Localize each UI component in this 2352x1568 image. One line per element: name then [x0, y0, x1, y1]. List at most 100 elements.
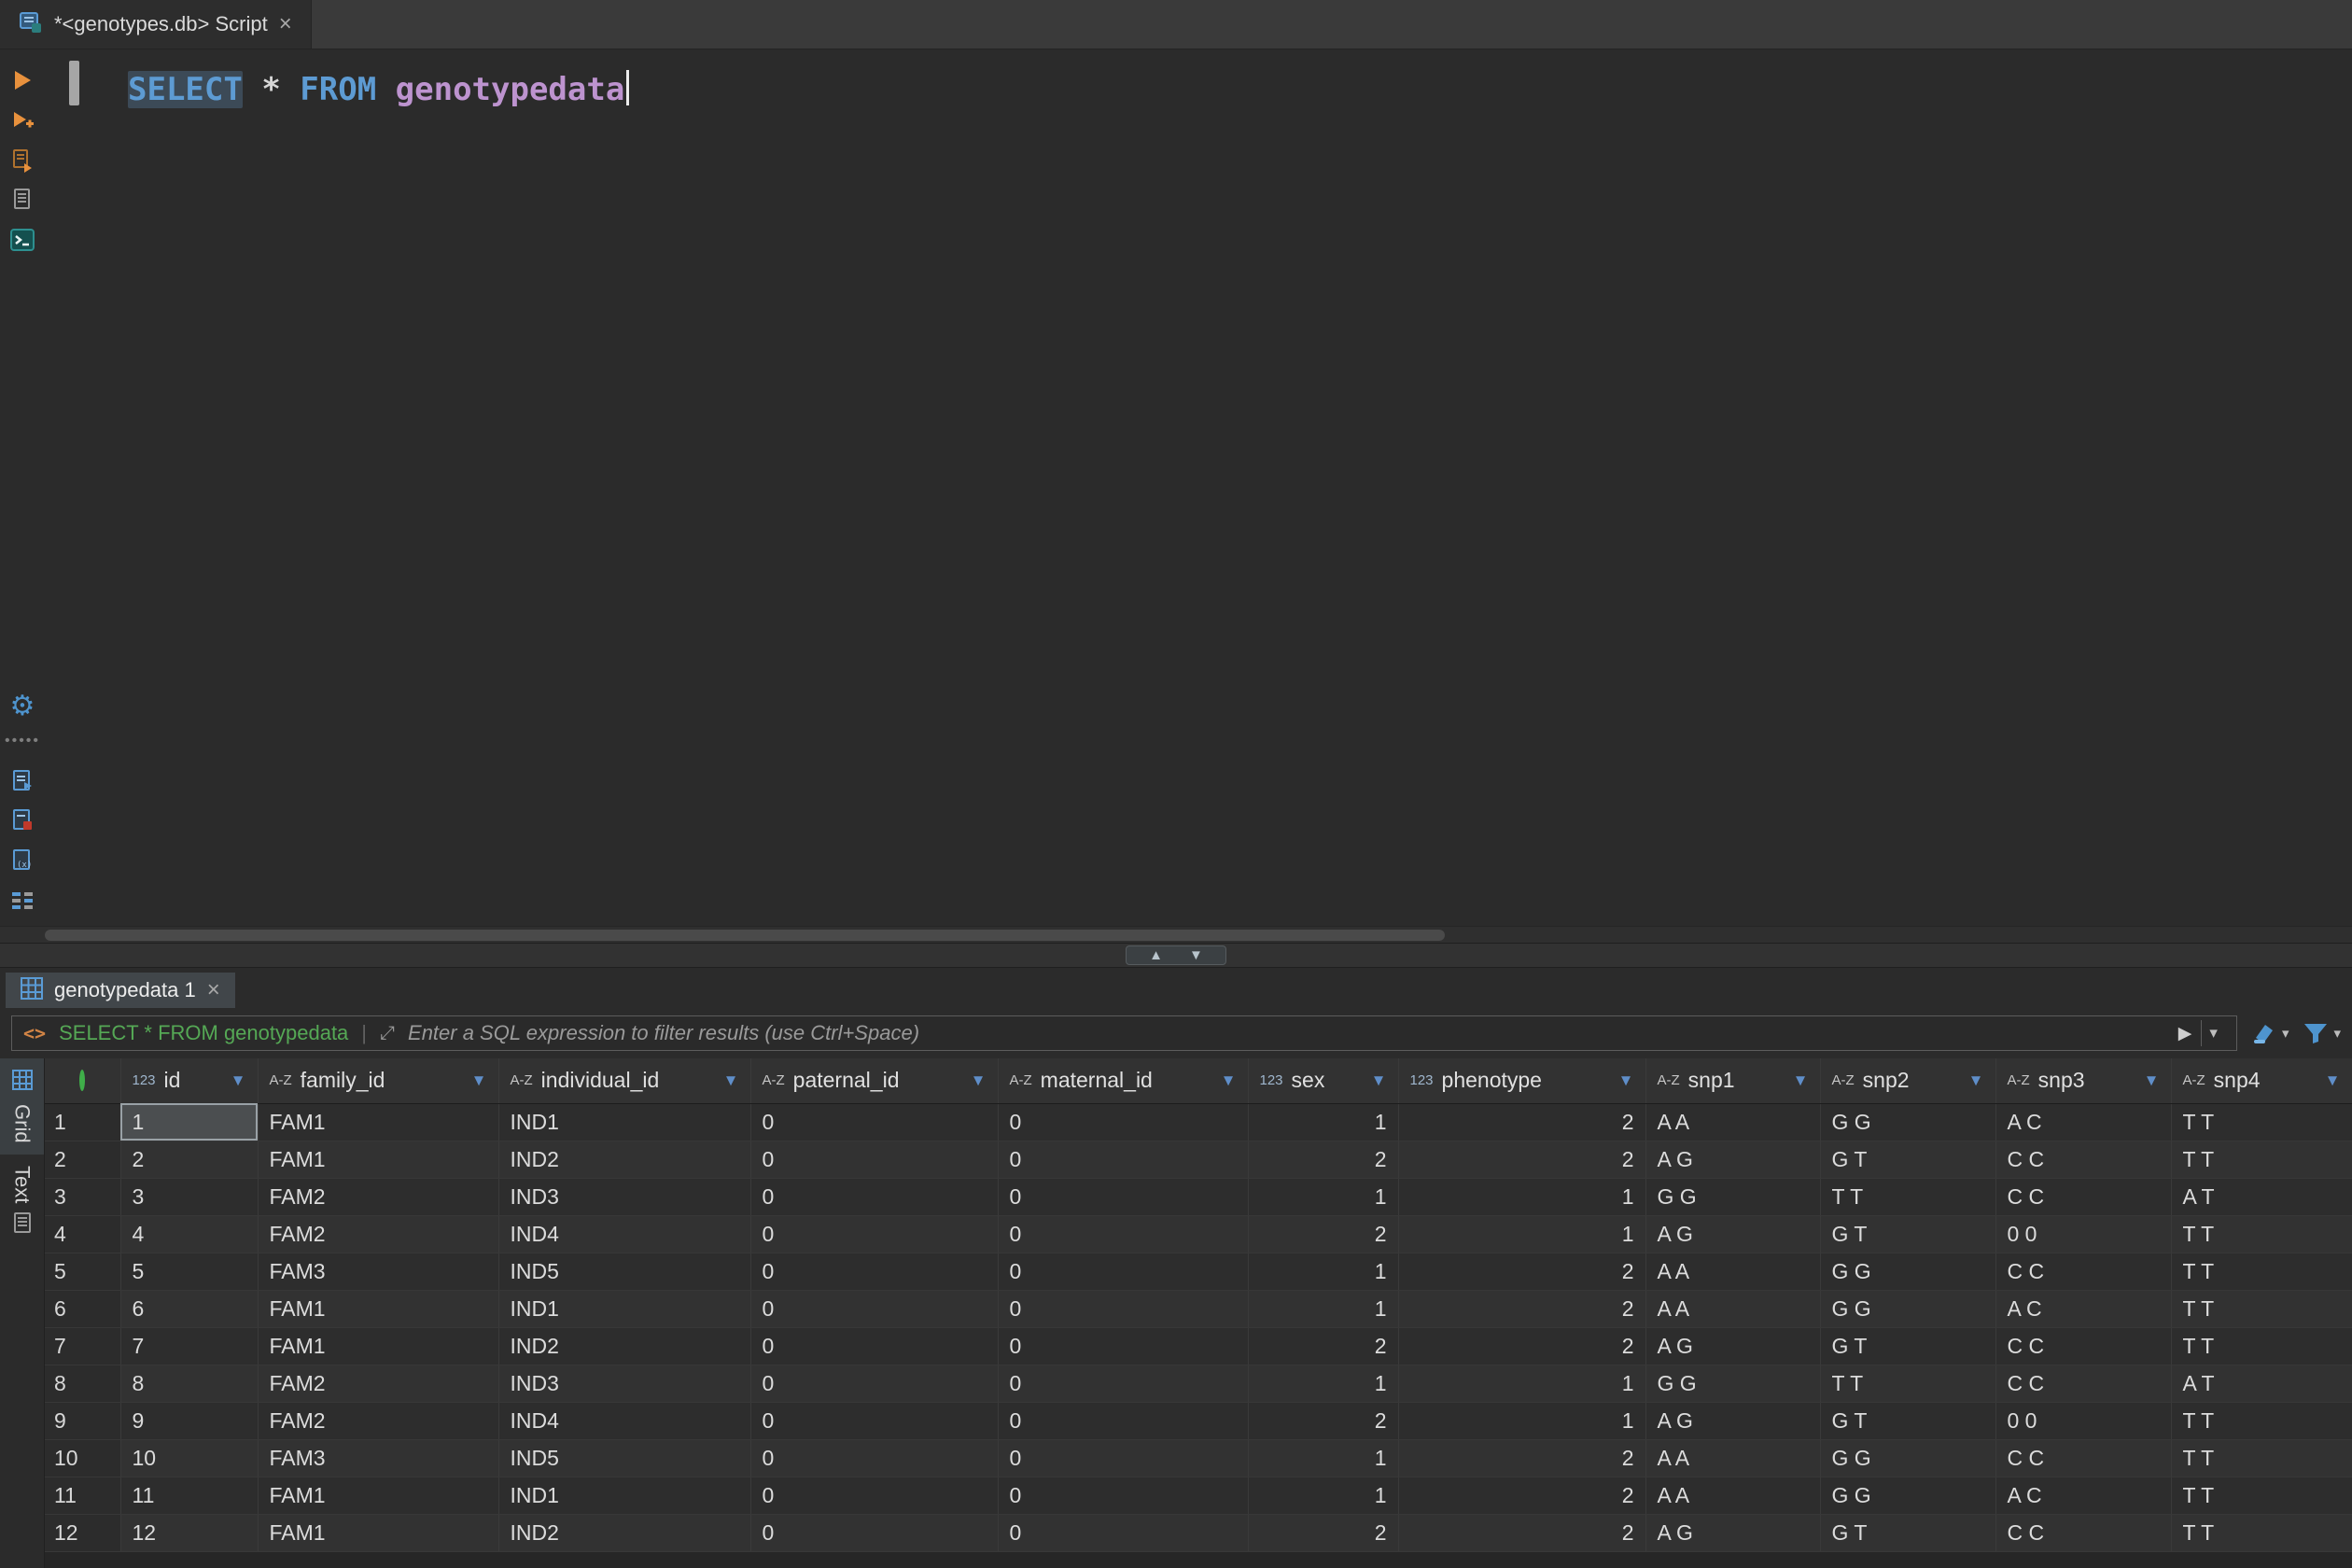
cell-paternal_id[interactable]: 0 — [750, 1103, 998, 1141]
cell-individual_id[interactable]: IND3 — [498, 1365, 750, 1402]
cell-phenotype[interactable]: 2 — [1398, 1477, 1645, 1514]
cell-paternal_id[interactable]: 0 — [750, 1327, 998, 1365]
cell-individual_id[interactable]: IND4 — [498, 1402, 750, 1439]
drag-handle-icon[interactable]: ••••• — [5, 733, 40, 749]
cell-maternal_id[interactable]: 0 — [998, 1327, 1248, 1365]
cell-snp4[interactable]: A T — [2171, 1365, 2352, 1402]
cell-id[interactable]: 7 — [120, 1327, 258, 1365]
cell-family_id[interactable]: FAM1 — [258, 1514, 498, 1551]
sort-dropdown-icon[interactable]: ▼ — [723, 1071, 739, 1090]
cell-individual_id[interactable]: IND1 — [498, 1290, 750, 1327]
cell-snp4[interactable]: T T — [2171, 1327, 2352, 1365]
cell-snp3[interactable]: C C — [1995, 1178, 2171, 1215]
doc-error-icon[interactable] — [7, 806, 38, 835]
cell-snp4[interactable]: T T — [2171, 1439, 2352, 1477]
cell-snp1[interactable]: A A — [1645, 1439, 1820, 1477]
cell-snp1[interactable]: A A — [1645, 1253, 1820, 1290]
cell-snp1[interactable]: G G — [1645, 1178, 1820, 1215]
cell-snp3[interactable]: C C — [1995, 1327, 2171, 1365]
cell-maternal_id[interactable]: 0 — [998, 1477, 1248, 1514]
cell-paternal_id[interactable]: 0 — [750, 1178, 998, 1215]
scrollbar-thumb[interactable] — [45, 930, 1445, 941]
cell-id[interactable]: 3 — [120, 1178, 258, 1215]
cell-snp2[interactable]: T T — [1820, 1365, 1995, 1402]
cell-snp2[interactable]: T T — [1820, 1178, 1995, 1215]
script-icon[interactable] — [7, 186, 38, 215]
cell-snp1[interactable]: A G — [1645, 1141, 1820, 1178]
cell-family_id[interactable]: FAM3 — [258, 1439, 498, 1477]
cell-snp4[interactable]: T T — [2171, 1103, 2352, 1141]
cell-family_id[interactable]: FAM3 — [258, 1253, 498, 1290]
cell-snp2[interactable]: G G — [1820, 1439, 1995, 1477]
execute-new-tab-icon[interactable] — [7, 106, 38, 135]
cell-sex[interactable]: 1 — [1248, 1477, 1398, 1514]
cell-snp3[interactable]: 0 0 — [1995, 1215, 2171, 1253]
cell-sex[interactable]: 1 — [1248, 1365, 1398, 1402]
cell-individual_id[interactable]: IND5 — [498, 1439, 750, 1477]
cell-snp3[interactable]: A C — [1995, 1290, 2171, 1327]
column-header-paternal_id[interactable]: A-Zpaternal_id▼ — [750, 1058, 998, 1103]
cell-snp4[interactable]: A T — [2171, 1178, 2352, 1215]
cell-id[interactable]: 11 — [120, 1477, 258, 1514]
result-grid[interactable]: 123id▼A-Zfamily_id▼A-Zindividual_id▼A-Zp… — [45, 1058, 2352, 1568]
cell-snp3[interactable]: C C — [1995, 1439, 2171, 1477]
cell-sex[interactable]: 1 — [1248, 1439, 1398, 1477]
cell-sex[interactable]: 1 — [1248, 1178, 1398, 1215]
cell-phenotype[interactable]: 2 — [1398, 1439, 1645, 1477]
sort-dropdown-icon[interactable]: ▼ — [1793, 1071, 1809, 1090]
column-header-snp4[interactable]: A-Zsnp4▼ — [2171, 1058, 2352, 1103]
cell-phenotype[interactable]: 2 — [1398, 1103, 1645, 1141]
cell-snp2[interactable]: G G — [1820, 1103, 1995, 1141]
cell-snp2[interactable]: G G — [1820, 1290, 1995, 1327]
cell-individual_id[interactable]: IND2 — [498, 1327, 750, 1365]
sort-dropdown-icon[interactable]: ▼ — [471, 1071, 487, 1090]
cell-sex[interactable]: 1 — [1248, 1103, 1398, 1141]
row-number[interactable]: 4 — [45, 1215, 120, 1253]
cell-maternal_id[interactable]: 0 — [998, 1253, 1248, 1290]
sort-dropdown-icon[interactable]: ▼ — [2325, 1071, 2341, 1090]
cell-snp1[interactable]: A A — [1645, 1477, 1820, 1514]
cell-family_id[interactable]: FAM2 — [258, 1178, 498, 1215]
cell-individual_id[interactable]: IND2 — [498, 1514, 750, 1551]
sort-dropdown-icon[interactable]: ▼ — [1221, 1071, 1237, 1090]
cell-maternal_id[interactable]: 0 — [998, 1290, 1248, 1327]
cell-maternal_id[interactable]: 0 — [998, 1514, 1248, 1551]
cell-snp2[interactable]: G T — [1820, 1402, 1995, 1439]
cell-individual_id[interactable]: IND2 — [498, 1141, 750, 1178]
cell-snp3[interactable]: A C — [1995, 1103, 2171, 1141]
cell-individual_id[interactable]: IND5 — [498, 1253, 750, 1290]
cell-snp4[interactable]: T T — [2171, 1514, 2352, 1551]
cell-individual_id[interactable]: IND1 — [498, 1103, 750, 1141]
cell-id[interactable]: 6 — [120, 1290, 258, 1327]
cell-snp4[interactable]: T T — [2171, 1215, 2352, 1253]
cell-snp1[interactable]: A A — [1645, 1290, 1820, 1327]
cell-paternal_id[interactable]: 0 — [750, 1141, 998, 1178]
cell-id[interactable]: 5 — [120, 1253, 258, 1290]
row-number[interactable]: 7 — [45, 1327, 120, 1365]
cell-family_id[interactable]: FAM2 — [258, 1402, 498, 1439]
cell-phenotype[interactable]: 1 — [1398, 1365, 1645, 1402]
cell-maternal_id[interactable]: 0 — [998, 1402, 1248, 1439]
cell-paternal_id[interactable]: 0 — [750, 1402, 998, 1439]
cell-individual_id[interactable]: IND3 — [498, 1178, 750, 1215]
column-header-individual_id[interactable]: A-Zindividual_id▼ — [498, 1058, 750, 1103]
sort-dropdown-icon[interactable]: ▼ — [1968, 1071, 1984, 1090]
cell-sex[interactable]: 2 — [1248, 1327, 1398, 1365]
column-header-maternal_id[interactable]: A-Zmaternal_id▼ — [998, 1058, 1248, 1103]
splitter-collapse-control[interactable]: ▲ ▼ — [1126, 945, 1226, 965]
execute-statement-icon[interactable] — [7, 66, 38, 95]
cell-snp3[interactable]: 0 0 — [1995, 1402, 2171, 1439]
cell-maternal_id[interactable]: 0 — [998, 1439, 1248, 1477]
cell-snp4[interactable]: T T — [2171, 1290, 2352, 1327]
cell-phenotype[interactable]: 2 — [1398, 1514, 1645, 1551]
cell-sex[interactable]: 2 — [1248, 1141, 1398, 1178]
cell-snp2[interactable]: G T — [1820, 1141, 1995, 1178]
cell-phenotype[interactable]: 2 — [1398, 1327, 1645, 1365]
close-icon[interactable]: × — [207, 977, 220, 1003]
cell-paternal_id[interactable]: 0 — [750, 1215, 998, 1253]
row-header-corner[interactable] — [45, 1058, 120, 1103]
cell-snp3[interactable]: C C — [1995, 1141, 2171, 1178]
sort-dropdown-icon[interactable]: ▼ — [231, 1071, 246, 1090]
execute-script-icon[interactable] — [7, 146, 38, 175]
filter-funnel-button[interactable]: ▾ — [2303, 1022, 2341, 1044]
